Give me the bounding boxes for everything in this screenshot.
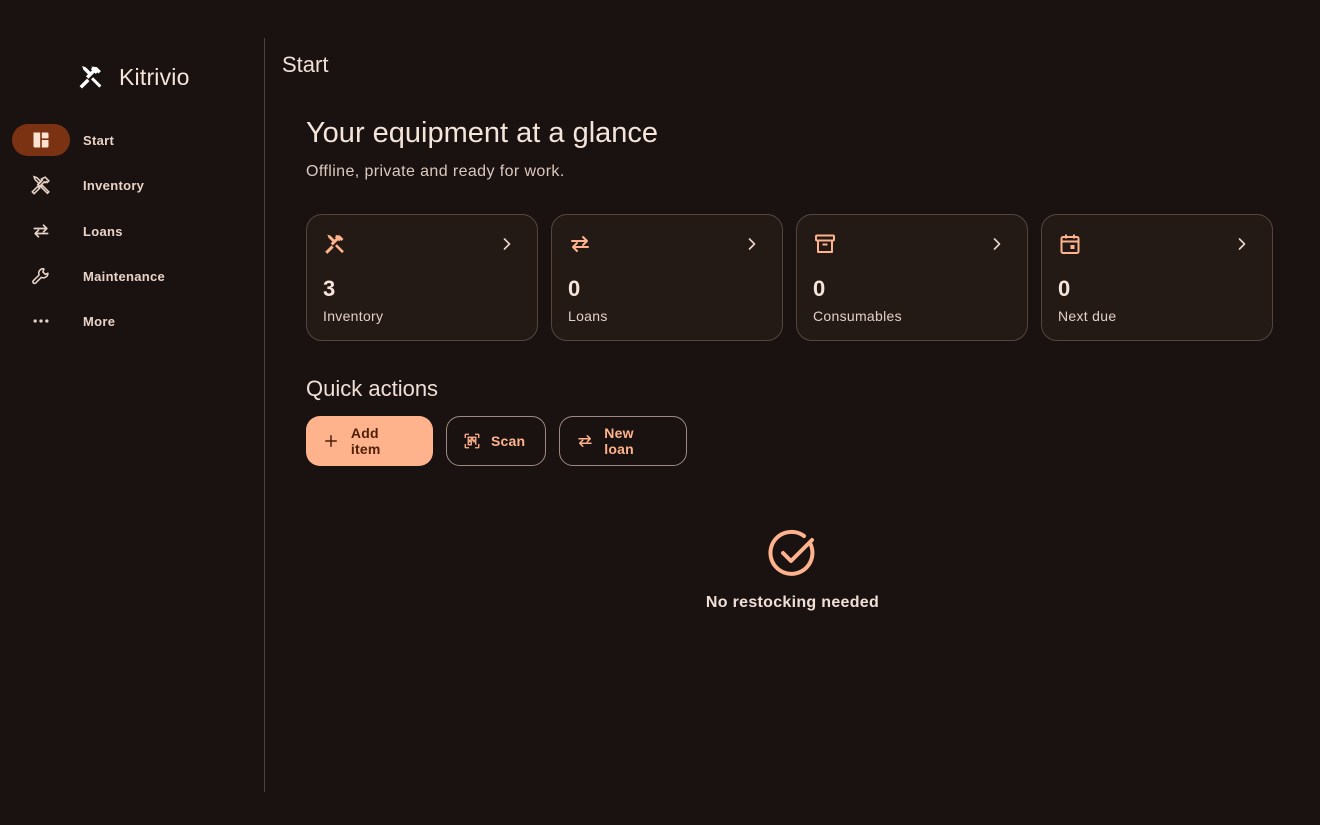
scan-label: Scan (491, 433, 526, 449)
sidebar-item-inventory[interactable]: Inventory (0, 163, 264, 208)
card-next-due[interactable]: 0 Next due (1041, 214, 1273, 341)
wrench-icon (12, 260, 70, 292)
headline: Your equipment at a glance (306, 117, 659, 149)
more-horizontal-icon (12, 305, 70, 337)
plus-icon (322, 431, 341, 451)
brand: Kitrivio (76, 60, 190, 94)
sidebar-item-label: Loans (83, 223, 123, 239)
main-content: Start Your equipment at a glance Offline… (265, 0, 1320, 825)
card-label: Inventory (323, 308, 384, 324)
swap-icon (12, 215, 70, 247)
scan-button[interactable]: Scan (446, 416, 546, 466)
sidebar: Kitrivio Start Inventory Loans Maintenan… (0, 0, 264, 825)
card-value: 0 (1058, 276, 1071, 301)
sidebar-nav: Start Inventory Loans Maintenance More (0, 118, 264, 344)
app-root: Kitrivio Start Inventory Loans Maintenan… (0, 0, 1320, 825)
card-value: 3 (323, 276, 336, 301)
summary-cards: 3 Inventory 0 Loans 0 Consumables 0 Next… (306, 214, 1273, 341)
calendar-icon (1058, 232, 1082, 256)
subheadline: Offline, private and ready for work. (306, 163, 565, 180)
card-label: Consumables (813, 308, 902, 324)
sidebar-item-label: Start (83, 133, 115, 149)
sidebar-item-maintenance[interactable]: Maintenance (0, 254, 264, 299)
swap-icon (568, 232, 592, 256)
archive-icon (813, 232, 837, 256)
chevron-right-icon (987, 234, 1007, 254)
card-value: 0 (568, 276, 581, 301)
sidebar-item-more[interactable]: More (0, 299, 264, 344)
tools-icon (323, 232, 347, 256)
swap-icon (576, 431, 594, 451)
tools-icon (76, 62, 106, 92)
status-message: No restocking needed (705, 594, 880, 611)
card-label: Next due (1058, 308, 1117, 324)
card-loans[interactable]: 0 Loans (551, 214, 783, 341)
page-title: Start (282, 52, 329, 77)
card-value: 0 (813, 276, 826, 301)
new-loan-label: New loan (604, 425, 634, 457)
card-inventory[interactable]: 3 Inventory (306, 214, 538, 341)
add-item-button[interactable]: Add item (306, 416, 433, 466)
dashboard-icon (12, 124, 70, 156)
card-consumables[interactable]: 0 Consumables (796, 214, 1028, 341)
new-loan-button[interactable]: New loan (559, 416, 687, 466)
qr-scan-icon (463, 431, 481, 451)
chevron-right-icon (1232, 234, 1252, 254)
quick-actions-title: Quick actions (306, 376, 439, 401)
sidebar-item-label: Maintenance (83, 269, 166, 285)
quick-actions: Add item Scan New loan (306, 416, 687, 466)
sidebar-item-start[interactable]: Start (0, 118, 264, 163)
app-name: Kitrivio (119, 63, 190, 90)
chevron-right-icon (742, 234, 762, 254)
chevron-right-icon (497, 234, 517, 254)
sidebar-item-label: More (83, 314, 116, 330)
add-item-label: Add item (350, 425, 381, 457)
sidebar-item-label: Inventory (83, 178, 145, 194)
restock-status: No restocking needed (660, 526, 925, 612)
tools-icon (12, 169, 70, 201)
card-label: Loans (568, 308, 608, 324)
check-circle-icon (766, 526, 820, 580)
sidebar-item-loans[interactable]: Loans (0, 209, 264, 254)
